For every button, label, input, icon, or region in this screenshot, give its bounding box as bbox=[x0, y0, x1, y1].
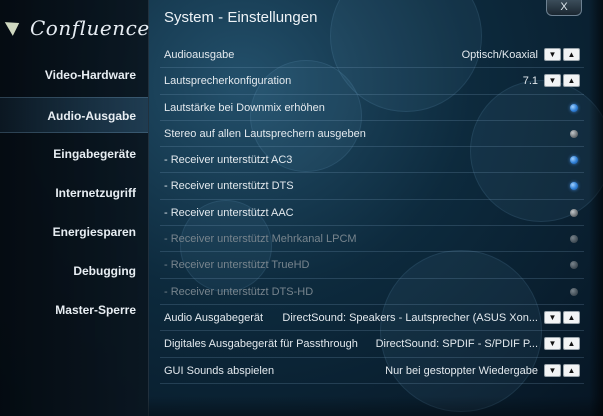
setting-label: Audioausgabe bbox=[164, 49, 235, 61]
setting-row[interactable]: Digitales Ausgabegerät für Passthrough Di… bbox=[160, 331, 584, 358]
sidebar-item[interactable]: Master-Sperre bbox=[0, 292, 148, 328]
sidebar-item-label: Eingabegeräte bbox=[53, 147, 136, 161]
chevron-down-icon[interactable]: ▼ bbox=[544, 363, 561, 377]
chevron-up-icon[interactable]: ▲ bbox=[563, 337, 580, 351]
sidebar-item-label: Master-Sperre bbox=[55, 303, 136, 317]
right-edge-shadow bbox=[589, 0, 603, 416]
setting-row[interactable]: - Receiver unterstützt AC3 bbox=[160, 147, 584, 174]
setting-row[interactable]: - Receiver unterstützt AAC bbox=[160, 200, 584, 227]
radio-off-icon bbox=[570, 287, 578, 296]
setting-row: - Receiver unterstützt Mehrkanal LPCM bbox=[160, 226, 584, 253]
bottom-fade bbox=[148, 396, 603, 416]
settings-list: Audioausgabe Optisch/Koaxial ▼ ▲ Lautspreche… bbox=[160, 42, 584, 384]
radio-off-icon bbox=[570, 261, 578, 270]
radio-off-icon bbox=[570, 235, 578, 244]
setting-row[interactable]: Audio Ausgabegerät DirectSound: Speakers … bbox=[160, 305, 584, 332]
setting-value: DirectSound: Speakers - Lautsprecher (AS… bbox=[282, 311, 538, 324]
radio-off-icon[interactable] bbox=[570, 129, 578, 138]
setting-label: GUI Sounds abspielen bbox=[164, 364, 275, 377]
setting-label: Audio Ausgabegerät bbox=[164, 311, 264, 324]
setting-label: Lautsprecherkonfiguration bbox=[164, 75, 292, 88]
sidebar-item-label: Debugging bbox=[73, 264, 136, 278]
setting-value: Optisch/Koaxial bbox=[461, 49, 538, 61]
setting-value: 7.1 bbox=[522, 75, 538, 88]
logo-text: Confluence bbox=[30, 16, 150, 40]
setting-value: DirectSound: SPDIF - S/PDIF P... bbox=[375, 338, 538, 351]
setting-label: - Receiver unterstützt DTS bbox=[164, 180, 294, 193]
spinner-control: ▼ ▲ bbox=[544, 74, 582, 88]
radio-on-icon[interactable] bbox=[570, 182, 578, 191]
sidebar-item-label: Audio-Ausgabe bbox=[47, 109, 136, 123]
chevron-down-icon[interactable]: ▼ bbox=[544, 48, 561, 61]
sidebar-item[interactable]: Debugging bbox=[0, 253, 148, 289]
page-title: System - Einstellungen bbox=[164, 9, 318, 26]
sidebar-item-label: Energiesparen bbox=[52, 225, 136, 239]
setting-label: - Receiver unterstützt AAC bbox=[164, 206, 294, 219]
sidebar: Confluence Video-Hardware Audio-Ausgabe Ei… bbox=[0, 0, 149, 416]
logo-triangle-icon bbox=[4, 16, 24, 36]
sidebar-item[interactable]: Video-Hardware bbox=[0, 57, 148, 93]
confluence-logo: Confluence bbox=[4, 14, 149, 50]
spinner-control: ▼ ▲ bbox=[544, 310, 582, 324]
sidebar-item-label: Video-Hardware bbox=[44, 68, 136, 82]
chevron-down-icon[interactable]: ▼ bbox=[544, 74, 561, 88]
setting-label: - Receiver unterstützt AC3 bbox=[164, 154, 293, 167]
setting-row[interactable]: - Receiver unterstützt DTS bbox=[160, 173, 584, 200]
chevron-up-icon[interactable]: ▲ bbox=[563, 48, 580, 61]
setting-value: Nur bei gestoppter Wiedergabe bbox=[385, 364, 538, 377]
spinner-control: ▼ ▲ bbox=[544, 363, 582, 377]
radio-on-icon[interactable] bbox=[570, 103, 578, 112]
sidebar-item[interactable]: Internetzugriff bbox=[0, 175, 148, 211]
chevron-up-icon[interactable]: ▲ bbox=[563, 74, 580, 88]
sidebar-item[interactable]: Energiesparen bbox=[0, 214, 148, 250]
close-button[interactable]: X bbox=[546, 0, 582, 16]
radio-off-icon[interactable] bbox=[570, 208, 578, 217]
setting-row[interactable]: Lautsprecherkonfiguration 7.1 ▼ ▲ bbox=[160, 68, 584, 95]
chevron-down-icon[interactable]: ▼ bbox=[544, 310, 561, 324]
setting-label: - Receiver unterstützt DTS-HD bbox=[164, 285, 314, 298]
setting-label: Stereo auf allen Lautsprechern ausgeben bbox=[164, 127, 366, 140]
setting-label: Digitales Ausgabegerät für Passthrough bbox=[164, 338, 358, 351]
setting-row[interactable]: GUI Sounds abspielen Nur bei gestoppter W… bbox=[160, 358, 584, 384]
spinner-control: ▼ ▲ bbox=[544, 48, 582, 61]
sidebar-item[interactable]: Audio-Ausgabe bbox=[0, 97, 148, 133]
setting-row[interactable]: Audioausgabe Optisch/Koaxial ▼ ▲ bbox=[160, 42, 584, 69]
setting-row: - Receiver unterstützt DTS-HD bbox=[160, 279, 584, 305]
chevron-down-icon[interactable]: ▼ bbox=[544, 337, 561, 351]
settings-window: Confluence Video-Hardware Audio-Ausgabe Ei… bbox=[0, 0, 603, 416]
setting-row[interactable]: Lautstärke bei Downmix erhöhen bbox=[160, 95, 584, 121]
spinner-control: ▼ ▲ bbox=[544, 337, 582, 351]
setting-label: Lautstärke bei Downmix erhöhen bbox=[164, 101, 325, 114]
radio-on-icon[interactable] bbox=[570, 156, 578, 165]
setting-label: - Receiver unterstützt TrueHD bbox=[164, 259, 310, 272]
setting-row: - Receiver unterstützt TrueHD bbox=[160, 252, 584, 279]
sidebar-item-label: Internetzugriff bbox=[55, 186, 136, 200]
chevron-up-icon[interactable]: ▲ bbox=[563, 310, 580, 324]
chevron-up-icon[interactable]: ▲ bbox=[563, 363, 580, 377]
setting-row[interactable]: Stereo auf allen Lautsprechern ausgeben bbox=[160, 121, 584, 148]
setting-label: - Receiver unterstützt Mehrkanal LPCM bbox=[164, 233, 357, 246]
sidebar-item[interactable]: Eingabegeräte bbox=[0, 136, 148, 172]
